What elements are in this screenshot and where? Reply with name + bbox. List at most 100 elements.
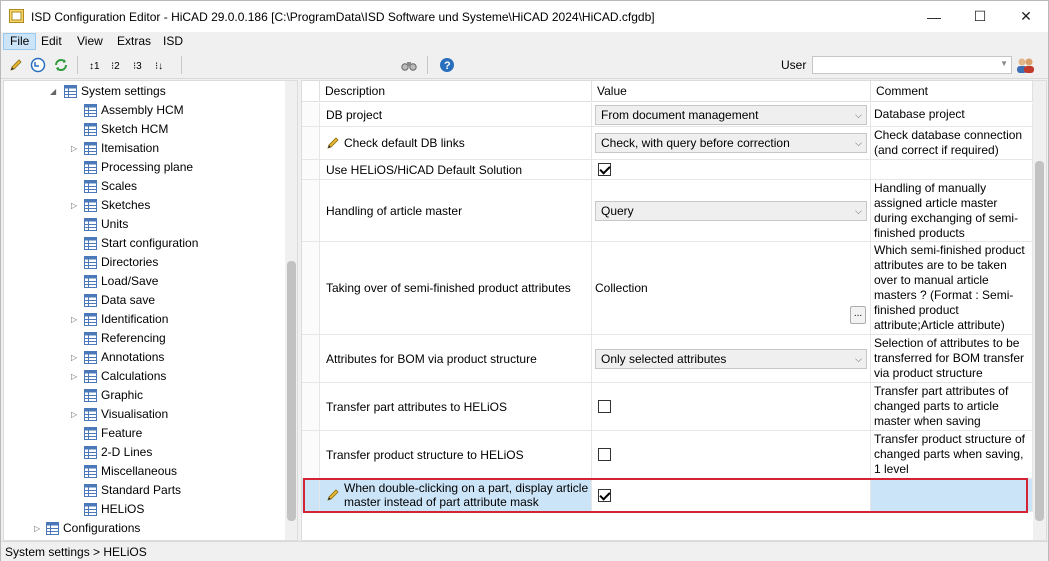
header-description[interactable]: Description <box>320 81 592 102</box>
tree-node-system-settings[interactable]: ◢ System settings <box>4 82 284 101</box>
row-selector[interactable] <box>302 335 320 382</box>
tree-node[interactable]: ▷ Sketches <box>4 196 284 215</box>
row-selector[interactable] <box>302 431 320 478</box>
expand-icon[interactable]: ▷ <box>71 367 81 386</box>
cell-comment[interactable]: Handling of manually assigned article ma… <box>871 180 1033 241</box>
cell-value[interactable] <box>592 431 871 478</box>
cell-comment[interactable]: Transfer product structure of changed pa… <box>871 431 1033 478</box>
cell-comment[interactable]: Transfer part attributes of changed part… <box>871 383 1033 430</box>
grid-scroll-thumb[interactable] <box>1035 161 1044 521</box>
cell-comment[interactable]: Check database connection (and correct i… <box>871 127 1033 159</box>
value-checkbox[interactable] <box>598 163 611 176</box>
row-selector[interactable] <box>302 383 320 430</box>
cell-description[interactable]: Attributes for BOM via product structure <box>320 335 592 382</box>
cell-value[interactable]: Only selected attributes ⌵ <box>592 335 871 382</box>
cell-value[interactable]: Check, with query before correction ⌵ <box>592 127 871 159</box>
user-select[interactable]: ▼ <box>812 56 1012 74</box>
help-button[interactable]: ? <box>437 55 457 75</box>
users-icon[interactable] <box>1015 56 1035 74</box>
expand-icon[interactable]: ▷ <box>71 310 81 329</box>
value-checkbox[interactable] <box>598 488 611 502</box>
row-selector[interactable] <box>302 160 320 179</box>
tree-node[interactable]: 2-D Lines <box>4 443 284 462</box>
menu-file[interactable]: File <box>3 33 37 50</box>
header-comment[interactable]: Comment <box>871 81 1033 102</box>
minimize-button[interactable]: — <box>911 1 957 32</box>
expand-icon[interactable]: ▷ <box>71 348 81 367</box>
tree-node[interactable]: Load/Save <box>4 272 284 291</box>
find-button[interactable] <box>399 55 419 75</box>
table-row[interactable]: Check default DB links Check, with query … <box>302 127 1033 160</box>
cell-comment[interactable]: Selection of attributes to be transferre… <box>871 335 1033 382</box>
menu-isd[interactable]: ISD <box>157 33 189 50</box>
cell-description[interactable]: Taking over of semi-finished product att… <box>320 242 592 334</box>
undo-button[interactable] <box>28 55 48 75</box>
close-button[interactable]: ✕ <box>1003 1 1049 32</box>
tree-node[interactable]: Feature <box>4 424 284 443</box>
tree-node[interactable]: ▷ Identification <box>4 310 284 329</box>
cell-value[interactable]: From document management ⌵ <box>592 103 871 126</box>
tree-node[interactable]: ▷ Visualisation <box>4 405 284 424</box>
tree-node[interactable]: Graphic <box>4 386 284 405</box>
menu-extras[interactable]: Extras <box>111 33 157 50</box>
value-dropdown[interactable]: Check, with query before correction ⌵ <box>595 133 867 153</box>
tree-node[interactable]: Directories <box>4 253 284 272</box>
tree-node[interactable]: Sketch HCM <box>4 120 284 139</box>
collapse-icon[interactable]: ◢ <box>50 82 60 101</box>
header-value[interactable]: Value <box>592 81 871 102</box>
row-selector[interactable] <box>302 103 320 126</box>
tree-node[interactable]: Miscellaneous <box>4 462 284 481</box>
value-checkbox[interactable] <box>598 448 611 461</box>
edit-pencil-button[interactable] <box>6 55 26 75</box>
cell-description[interactable]: When double-clicking on a part, display … <box>320 479 592 511</box>
cell-description[interactable]: Handling of article master <box>320 180 592 241</box>
tree-node[interactable]: ▷ Calculations <box>4 367 284 386</box>
table-row[interactable]: Attributes for BOM via product structure… <box>302 335 1033 383</box>
expand-icon[interactable]: ▷ <box>71 139 81 158</box>
cell-description[interactable]: Check default DB links <box>320 127 592 159</box>
row-selector[interactable] <box>302 127 320 159</box>
expand-icon[interactable]: ▷ <box>71 196 81 215</box>
cell-description[interactable]: Transfer product structure to HELiOS <box>320 431 592 478</box>
value-dropdown[interactable]: Query ⌵ <box>595 200 867 221</box>
cell-value[interactable] <box>592 479 871 511</box>
row-selector[interactable] <box>302 479 320 511</box>
tree-node[interactable]: Data save <box>4 291 284 310</box>
table-row[interactable]: Taking over of semi-finished product att… <box>302 242 1033 335</box>
tree-node[interactable]: Assembly HCM <box>4 101 284 120</box>
table-row[interactable]: Transfer product structure to HELiOS Tran… <box>302 431 1033 479</box>
tree-node[interactable]: Start configuration <box>4 234 284 253</box>
cell-value[interactable] <box>592 383 871 430</box>
maximize-button[interactable]: ☐ <box>957 1 1003 32</box>
cell-value[interactable]: Query ⌵ <box>592 180 871 241</box>
cell-comment[interactable] <box>871 160 1033 179</box>
expand-icon[interactable]: ▷ <box>34 519 44 538</box>
table-row[interactable]: When double-clicking on a part, display … <box>302 479 1033 512</box>
table-row[interactable]: Use HELiOS/HiCAD Default Solution <box>302 160 1033 180</box>
expand-icon[interactable]: ▷ <box>71 405 81 424</box>
table-row[interactable]: DB project From document management ⌵ Datab… <box>302 103 1033 127</box>
cell-comment[interactable]: Which semi-finished product attributes a… <box>871 242 1033 334</box>
menu-view[interactable]: View <box>71 33 109 50</box>
level-2-button[interactable]: ⁝2 <box>109 55 129 75</box>
cell-comment[interactable]: Database project <box>871 103 1033 126</box>
cell-comment[interactable] <box>871 479 1033 511</box>
cell-description[interactable]: DB project <box>320 103 592 126</box>
sort-1-button[interactable]: ↕1 <box>87 55 107 75</box>
row-selector[interactable] <box>302 242 320 334</box>
tree-node[interactable]: ▷ Itemisation <box>4 139 284 158</box>
tree-node[interactable]: Units <box>4 215 284 234</box>
table-row[interactable]: Transfer part attributes to HELiOS Transf… <box>302 383 1033 431</box>
refresh-button[interactable] <box>51 55 71 75</box>
cell-value[interactable] <box>592 160 871 179</box>
tree-scroll-thumb[interactable] <box>287 261 296 521</box>
tree-node[interactable]: HELiOS <box>4 500 284 519</box>
cell-description[interactable]: Use HELiOS/HiCAD Default Solution <box>320 160 592 179</box>
tree-node-configurations[interactable]: ▷ Configurations <box>4 519 284 538</box>
value-dropdown[interactable]: From document management ⌵ <box>595 104 867 125</box>
menu-edit[interactable]: Edit <box>35 33 68 50</box>
level-3-button[interactable]: ⁝3 <box>131 55 151 75</box>
tree-node[interactable]: Scales <box>4 177 284 196</box>
tree-node[interactable]: Standard Parts <box>4 481 284 500</box>
tree-node[interactable]: ▷ Annotations <box>4 348 284 367</box>
